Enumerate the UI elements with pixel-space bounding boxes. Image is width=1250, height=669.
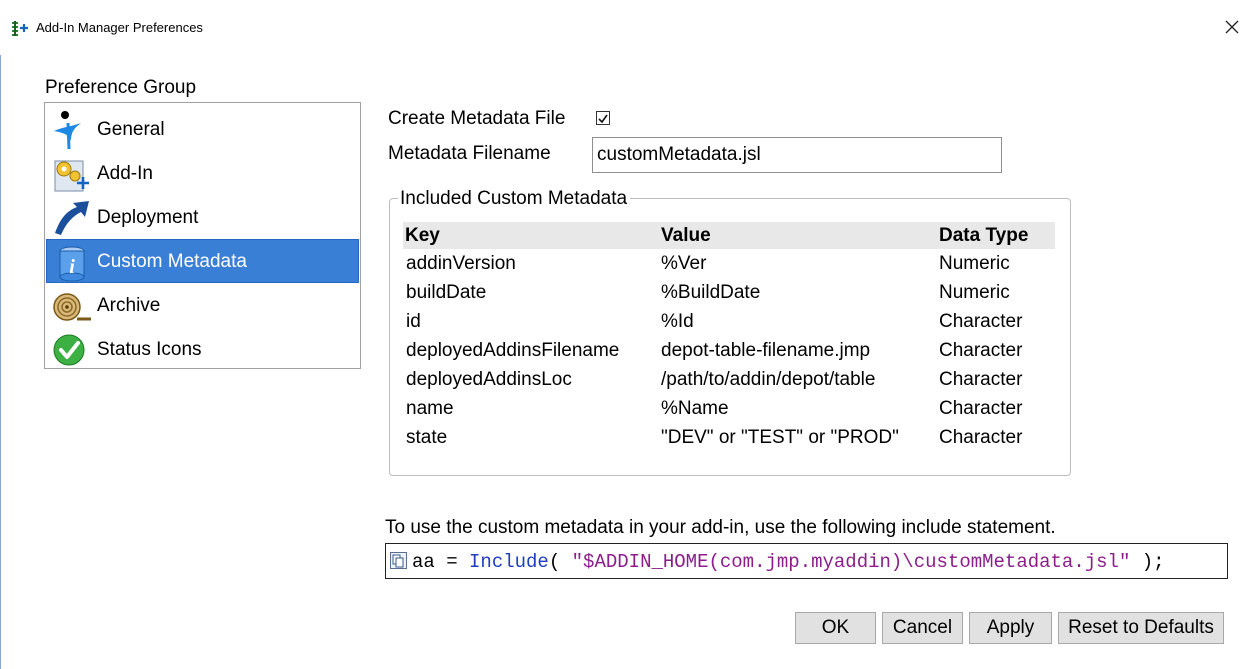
- cell-value: /path/to/addin/depot/table: [661, 369, 876, 390]
- cell-data-type: Character: [939, 340, 1023, 361]
- cell-value: %Ver: [661, 253, 707, 274]
- cell-key: name: [406, 398, 454, 419]
- cell-data-type: Character: [939, 427, 1023, 448]
- metadata-filename-label: Metadata Filename: [388, 143, 551, 164]
- code-paren: (: [548, 551, 572, 573]
- apply-button[interactable]: Apply: [969, 612, 1052, 644]
- create-metadata-label: Create Metadata File: [388, 108, 566, 129]
- included-metadata-legend: Included Custom Metadata: [398, 188, 631, 210]
- cell-key: state: [406, 427, 448, 448]
- include-statement-box[interactable]: aa = Include( "$ADDIN_HOME(com.jmp.myadd…: [385, 543, 1228, 579]
- table-row[interactable]: state "DEV" or "TEST" or "PROD" Character: [403, 427, 1055, 455]
- general-icon: [54, 111, 81, 149]
- table-row[interactable]: addinVersion %Ver Numeric: [403, 253, 1055, 281]
- reset-to-defaults-button[interactable]: Reset to Defaults: [1058, 612, 1224, 644]
- cell-key: buildDate: [406, 282, 487, 303]
- column-header-key[interactable]: Key: [405, 225, 440, 247]
- include-code: aa = Include( "$ADDIN_HOME(com.jmp.myadd…: [412, 551, 1165, 573]
- cell-key: deployedAddinsLoc: [406, 369, 572, 390]
- svg-text:i: i: [69, 256, 75, 278]
- pref-item-deployment[interactable]: Deployment: [46, 195, 359, 239]
- code-function: Include: [469, 551, 549, 573]
- window-title: Add-In Manager Preferences: [36, 20, 203, 35]
- archive-roll-icon: [53, 293, 91, 321]
- preferences-dialog: Add-In Manager Preferences Preference Gr…: [0, 0, 1250, 669]
- cell-data-type: Numeric: [939, 282, 1010, 303]
- window-border: [0, 0, 1, 669]
- pref-item-label: Add-In: [97, 163, 153, 184]
- table-row[interactable]: deployedAddinsLoc/path/to/addin/depot/ta…: [403, 369, 1055, 397]
- code-string: "$ADDIN_HOME(com.jmp.myaddin)\customMeta…: [571, 551, 1131, 573]
- deployment-arrow-icon: [55, 201, 89, 235]
- cell-data-type: Numeric: [939, 253, 1010, 274]
- cell-value: %Name: [661, 398, 729, 419]
- close-icon[interactable]: [1221, 16, 1243, 38]
- pref-item-general[interactable]: General: [46, 107, 359, 151]
- copy-icon[interactable]: [390, 552, 407, 569]
- cell-data-type: Character: [939, 398, 1023, 419]
- pref-item-label: Custom Metadata: [97, 251, 247, 272]
- pref-item-archive[interactable]: Archive: [46, 283, 359, 327]
- cell-value: %BuildDate: [661, 282, 761, 303]
- preference-group-label: Preference Group: [45, 77, 197, 98]
- table-row[interactable]: buildDate %BuildDate Numeric: [403, 282, 1055, 310]
- add-in-gear-icon: [54, 160, 89, 192]
- table-header: Key Value Data Type: [403, 222, 1055, 249]
- table-row[interactable]: name %Name Character: [403, 398, 1055, 426]
- pref-item-custom-metadata[interactable]: i Custom Metadata: [46, 239, 359, 283]
- create-metadata-checkbox[interactable]: [596, 111, 610, 125]
- cell-key: id: [406, 311, 421, 332]
- code-variable: aa =: [412, 551, 470, 573]
- column-header-data-type[interactable]: Data Type: [939, 225, 1028, 247]
- cell-value: %Id: [661, 311, 694, 332]
- add-in-manager-icon: [12, 21, 28, 36]
- checkmark-icon: [598, 114, 608, 124]
- code-tail: );: [1130, 551, 1165, 573]
- pref-item-add-in[interactable]: Add-In: [46, 151, 359, 195]
- info-icon: i: [59, 246, 85, 282]
- pref-item-label: Deployment: [97, 207, 199, 228]
- table-row[interactable]: deployedAddinsFilename depot-table-filena…: [403, 340, 1055, 368]
- cell-data-type: Character: [939, 311, 1023, 332]
- pref-item-label: General: [97, 119, 165, 140]
- ok-button[interactable]: OK: [795, 612, 876, 644]
- pref-item-status-icons[interactable]: Status Icons: [46, 327, 359, 371]
- pref-item-label: Status Icons: [97, 339, 202, 360]
- cell-key: addinVersion: [406, 253, 516, 274]
- preference-group-list: General Add-In Deployment i Custom Metad…: [44, 102, 361, 369]
- pref-item-label: Archive: [97, 295, 161, 316]
- cell-value: "DEV" or "TEST" or "PROD": [661, 427, 899, 448]
- column-header-value[interactable]: Value: [661, 225, 711, 247]
- cell-data-type: Character: [939, 369, 1023, 390]
- cell-value: depot-table-filename.jmp: [661, 340, 871, 361]
- title-bar: Add-In Manager Preferences: [0, 0, 1250, 55]
- metadata-filename-input[interactable]: [592, 137, 1002, 173]
- cell-key: deployedAddinsFilename: [406, 340, 620, 361]
- table-row[interactable]: id %Id Character: [403, 311, 1055, 339]
- cancel-button[interactable]: Cancel: [882, 612, 963, 644]
- green-check-icon: [53, 334, 85, 366]
- include-hint: To use the custom metadata in your add-i…: [385, 517, 1056, 538]
